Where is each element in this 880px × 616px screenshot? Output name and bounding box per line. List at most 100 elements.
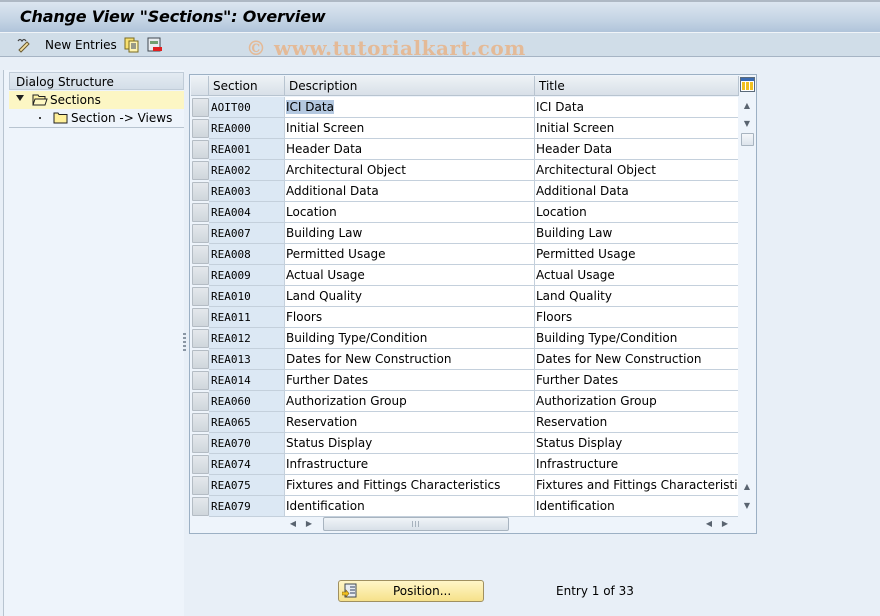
row-selector[interactable] bbox=[192, 434, 209, 453]
cell-description[interactable]: ICI Data bbox=[285, 97, 535, 118]
delete-icon[interactable] bbox=[147, 37, 163, 53]
row-selector[interactable] bbox=[192, 98, 209, 117]
horizontal-scrollbar[interactable]: ◀ ▶ ◀ ▶ bbox=[285, 516, 735, 532]
cell-title[interactable]: Infrastructure bbox=[535, 454, 738, 475]
cell-description[interactable]: Reservation bbox=[285, 412, 535, 433]
cell-title[interactable]: Floors bbox=[535, 307, 738, 328]
row-selector[interactable] bbox=[192, 497, 209, 516]
tree-item-sections[interactable]: Sections bbox=[9, 91, 184, 109]
cell-description[interactable]: Additional Data bbox=[285, 181, 535, 202]
cell-title[interactable]: Permitted Usage bbox=[535, 244, 738, 265]
cell-description[interactable]: Permitted Usage bbox=[285, 244, 535, 265]
cell-title[interactable]: Identification bbox=[535, 496, 738, 517]
table-row[interactable]: REA013 Dates for New Construction Dates fo… bbox=[190, 349, 738, 370]
table-row[interactable]: REA000 Initial Screen Initial Screen bbox=[190, 118, 738, 139]
cell-description[interactable]: Initial Screen bbox=[285, 118, 535, 139]
cell-title[interactable]: Additional Data bbox=[535, 181, 738, 202]
table-row[interactable]: REA060 Authorization Group Authorization G… bbox=[190, 391, 738, 412]
cell-description[interactable]: Infrastructure bbox=[285, 454, 535, 475]
table-row[interactable]: REA011 Floors Floors bbox=[190, 307, 738, 328]
scroll-left-icon[interactable]: ◀ bbox=[703, 517, 715, 531]
cell-title[interactable]: Authorization Group bbox=[535, 391, 738, 412]
cell-title[interactable]: Building Law bbox=[535, 223, 738, 244]
cell-description[interactable]: Dates for New Construction bbox=[285, 349, 535, 370]
position-button[interactable]: Position... bbox=[338, 580, 484, 602]
cell-description[interactable]: Fixtures and Fittings Characteristics bbox=[285, 475, 535, 496]
cell-description[interactable]: Building Type/Condition bbox=[285, 328, 535, 349]
vertical-scrollbar[interactable]: ▲ ▼ ▲ ▼ bbox=[739, 97, 755, 515]
scroll-up-icon[interactable]: ▲ bbox=[741, 99, 753, 113]
table-row[interactable]: REA074 Infrastructure Infrastructure bbox=[190, 454, 738, 475]
cell-description[interactable]: Location bbox=[285, 202, 535, 223]
scroll-right-icon[interactable]: ▶ bbox=[303, 517, 315, 531]
scroll-down-icon[interactable]: ▼ bbox=[741, 499, 753, 513]
cell-description[interactable]: Land Quality bbox=[285, 286, 535, 307]
column-header-section[interactable]: Section bbox=[209, 76, 285, 96]
table-row[interactable]: REA014 Further Dates Further Dates bbox=[190, 370, 738, 391]
row-selector[interactable] bbox=[192, 392, 209, 411]
scroll-up-icon[interactable]: ▲ bbox=[741, 480, 753, 494]
cell-title[interactable]: Dates for New Construction bbox=[535, 349, 738, 370]
row-selector[interactable] bbox=[192, 455, 209, 474]
row-selector[interactable] bbox=[192, 182, 209, 201]
table-row[interactable]: REA004 Location Location bbox=[190, 202, 738, 223]
panel-splitter[interactable] bbox=[183, 333, 186, 353]
copy-icon[interactable] bbox=[124, 37, 140, 53]
cell-description[interactable]: Architectural Object bbox=[285, 160, 535, 181]
cell-description[interactable]: Actual Usage bbox=[285, 265, 535, 286]
edit-pencil-icon[interactable] bbox=[16, 37, 32, 53]
table-row[interactable]: REA079 Identification Identification bbox=[190, 496, 738, 517]
cell-title[interactable]: Land Quality bbox=[535, 286, 738, 307]
row-selector[interactable] bbox=[192, 266, 209, 285]
cell-description[interactable]: Further Dates bbox=[285, 370, 535, 391]
cell-title[interactable]: Location bbox=[535, 202, 738, 223]
table-row[interactable]: REA065 Reservation Reservation bbox=[190, 412, 738, 433]
row-selector[interactable] bbox=[192, 329, 209, 348]
row-selector[interactable] bbox=[192, 245, 209, 264]
row-selector[interactable] bbox=[192, 287, 209, 306]
scrollbar-thumb[interactable] bbox=[741, 133, 754, 146]
cell-description[interactable]: Header Data bbox=[285, 139, 535, 160]
column-header-title[interactable]: Title bbox=[535, 76, 739, 96]
cell-description[interactable]: Identification bbox=[285, 496, 535, 517]
table-row[interactable]: REA001 Header Data Header Data bbox=[190, 139, 738, 160]
table-settings-icon[interactable] bbox=[740, 77, 755, 92]
table-row[interactable]: REA007 Building Law Building Law bbox=[190, 223, 738, 244]
table-row[interactable]: REA012 Building Type/Condition Building Ty… bbox=[190, 328, 738, 349]
table-row[interactable]: REA070 Status Display Status Display bbox=[190, 433, 738, 454]
scroll-left-icon[interactable]: ◀ bbox=[287, 517, 299, 531]
row-selector[interactable] bbox=[192, 413, 209, 432]
cell-title[interactable]: ICI Data bbox=[535, 97, 738, 118]
cell-title[interactable]: Building Type/Condition bbox=[535, 328, 738, 349]
row-selector[interactable] bbox=[192, 371, 209, 390]
table-row[interactable]: REA009 Actual Usage Actual Usage bbox=[190, 265, 738, 286]
table-row[interactable]: REA003 Additional Data Additional Data bbox=[190, 181, 738, 202]
table-row[interactable]: AOIT00 ICI Data ICI Data bbox=[190, 97, 738, 118]
cell-title[interactable]: Header Data bbox=[535, 139, 738, 160]
new-entries-button[interactable]: New Entries bbox=[45, 38, 117, 52]
scroll-down-icon[interactable]: ▼ bbox=[741, 117, 753, 131]
cell-title[interactable]: Reservation bbox=[535, 412, 738, 433]
column-header-description[interactable]: Description bbox=[285, 76, 535, 96]
row-selector[interactable] bbox=[192, 119, 209, 138]
table-row[interactable]: REA008 Permitted Usage Permitted Usage bbox=[190, 244, 738, 265]
cell-title[interactable]: Further Dates bbox=[535, 370, 738, 391]
row-selector[interactable] bbox=[192, 224, 209, 243]
cell-description[interactable]: Floors bbox=[285, 307, 535, 328]
expand-triangle-icon[interactable] bbox=[16, 95, 24, 101]
cell-description[interactable]: Building Law bbox=[285, 223, 535, 244]
horizontal-scrollbar-thumb[interactable] bbox=[323, 517, 509, 531]
row-selector[interactable] bbox=[192, 203, 209, 222]
cell-description[interactable]: Status Display bbox=[285, 433, 535, 454]
row-selector[interactable] bbox=[192, 140, 209, 159]
row-selector[interactable] bbox=[192, 308, 209, 327]
table-row[interactable]: REA010 Land Quality Land Quality bbox=[190, 286, 738, 307]
cell-title[interactable]: Fixtures and Fittings Characteristics bbox=[535, 475, 738, 496]
scroll-right-icon[interactable]: ▶ bbox=[719, 517, 731, 531]
cell-description[interactable]: Authorization Group bbox=[285, 391, 535, 412]
table-row[interactable]: REA075 Fixtures and Fittings Characterist… bbox=[190, 475, 738, 496]
row-selector[interactable] bbox=[192, 476, 209, 495]
row-selector[interactable] bbox=[192, 161, 209, 180]
cell-title[interactable]: Architectural Object bbox=[535, 160, 738, 181]
row-selector[interactable] bbox=[192, 350, 209, 369]
